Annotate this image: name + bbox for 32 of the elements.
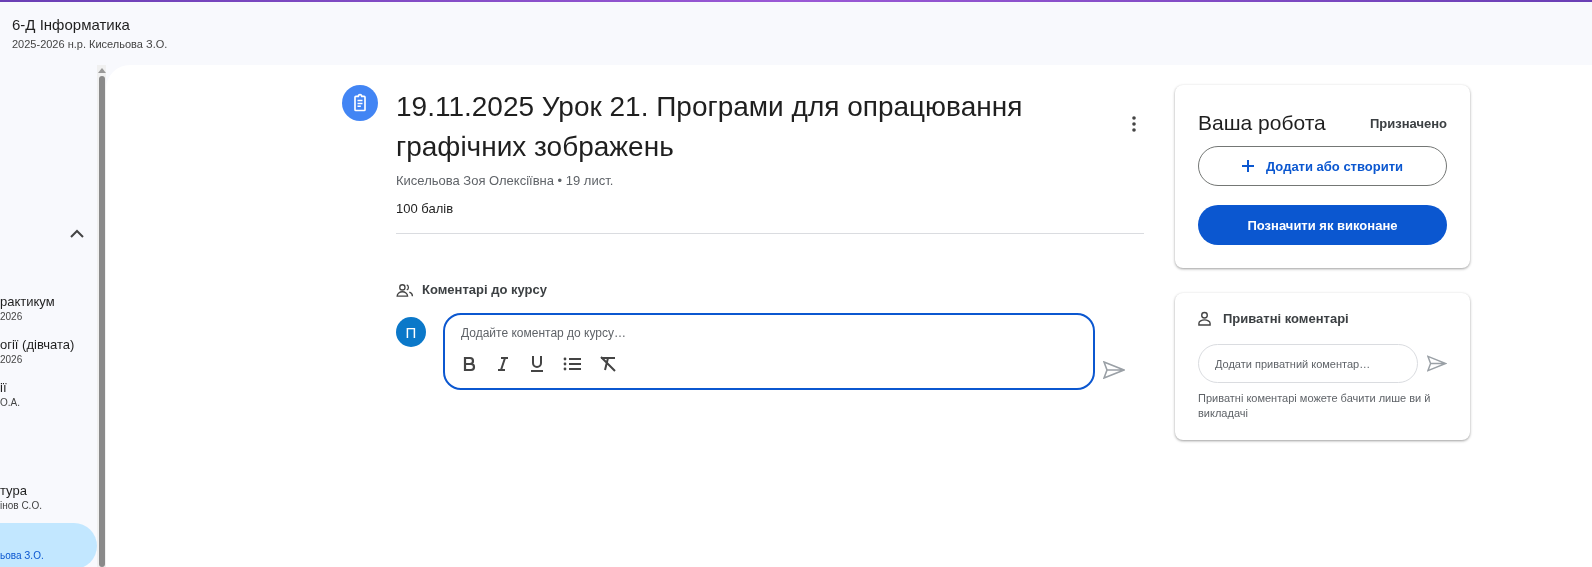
clear-formatting-icon[interactable] bbox=[599, 356, 617, 372]
private-comment-field[interactable]: Додати приватний коментар… bbox=[1198, 344, 1419, 383]
private-comments-heading: Приватні коментарі bbox=[1223, 311, 1349, 326]
sidebar-item[interactable]: ії О.А. bbox=[0, 373, 97, 416]
add-or-create-button[interactable]: Додати або створити bbox=[1198, 146, 1447, 186]
sidebar-item[interactable]: огії (дівчата) 2026 bbox=[0, 330, 97, 373]
class-comments-heading: Коментарі до курсу bbox=[422, 282, 547, 297]
assignment-meta: Кисельова Зоя Олексіївна • 19 лист. bbox=[396, 173, 615, 188]
send-icon[interactable] bbox=[1103, 361, 1125, 379]
class-title: 6-Д Інформатика bbox=[12, 16, 131, 33]
points-label: 100 балів bbox=[396, 201, 455, 216]
underline-icon[interactable] bbox=[529, 355, 545, 373]
person-icon bbox=[1198, 311, 1211, 326]
plus-icon bbox=[1241, 160, 1254, 172]
private-comments-note: Приватні коментарі можете бачити лише ви й викладачі bbox=[1198, 391, 1432, 421]
bulleted-list-icon[interactable] bbox=[563, 356, 581, 372]
sidebar-item[interactable]: рактикум 2026 bbox=[0, 287, 97, 330]
mark-as-done-button[interactable]: Позначити як виконане bbox=[1198, 205, 1447, 245]
your-work-title: Ваша робота bbox=[1198, 111, 1326, 135]
italic-icon[interactable] bbox=[495, 356, 511, 372]
send-icon[interactable] bbox=[1427, 355, 1447, 372]
sidebar-item[interactable]: ьова З.О. bbox=[0, 523, 97, 567]
class-subtitle: 2025-2026 н.р. Кисельова З.О. bbox=[12, 38, 169, 50]
status-label: Призначено bbox=[1369, 115, 1447, 131]
assignment-title: 19.11.2025 Урок 21. Програми для опрацювання графічних зображень bbox=[396, 90, 1024, 164]
people-icon bbox=[396, 282, 414, 297]
bold-icon[interactable] bbox=[461, 356, 477, 372]
assignment-icon bbox=[342, 85, 378, 121]
chevron-icon[interactable] bbox=[69, 228, 85, 238]
more-icon[interactable] bbox=[1132, 116, 1136, 132]
user-avatar: П bbox=[396, 317, 426, 347]
sidebar-item[interactable]: тура інов С.О. bbox=[0, 476, 97, 519]
